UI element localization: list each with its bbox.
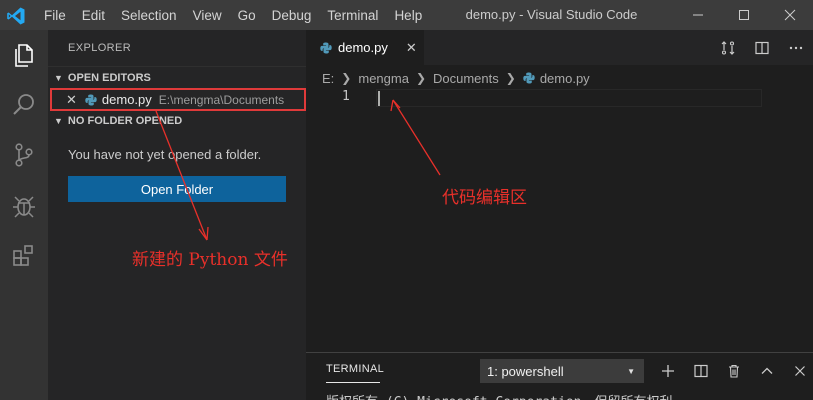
close-icon: [794, 366, 805, 376]
split-editor-icon: [755, 41, 769, 54]
chevron-right-icon: ❯: [505, 71, 516, 85]
tab-label: demo.py: [338, 40, 388, 55]
chevron-up-icon: [761, 367, 772, 374]
chevron-down-icon: ▼: [54, 72, 63, 83]
open-editor-item[interactable]: ✕ demo.py E:\mengma\Documents: [50, 88, 306, 111]
python-file-icon: [320, 42, 332, 53]
menu-selection[interactable]: Selection: [121, 8, 177, 23]
menu-help[interactable]: Help: [394, 8, 422, 23]
current-line-highlight: [376, 89, 762, 107]
no-folder-message: You have not yet opened a folder.: [68, 147, 262, 162]
plus-icon: [661, 365, 674, 377]
kill-terminal-button[interactable]: [717, 359, 750, 383]
explorer-icon[interactable]: [10, 41, 38, 69]
open-folder-button[interactable]: Open Folder: [68, 176, 286, 202]
editor-area[interactable]: demo.py ✕ E: ❯ mengma ❯ Documents ❯ demo…: [306, 30, 813, 352]
terminal-select[interactable]: 1: powershell ▼: [480, 359, 644, 383]
maximize-panel-button[interactable]: [750, 359, 783, 383]
menu-edit[interactable]: Edit: [82, 8, 105, 23]
text-cursor: [378, 91, 380, 106]
title-bar: File Edit Selection View Go Debug Termin…: [0, 0, 813, 30]
breadcrumb-drive[interactable]: E:: [322, 71, 334, 86]
minimize-button[interactable]: [675, 0, 721, 30]
menu-debug[interactable]: Debug: [272, 8, 312, 23]
split-terminal-button[interactable]: [684, 359, 717, 383]
menu-terminal[interactable]: Terminal: [327, 8, 378, 23]
search-icon[interactable]: [10, 91, 38, 119]
open-editor-filename: demo.py: [101, 92, 152, 107]
compare-changes-icon: [721, 40, 735, 55]
menu-file[interactable]: File: [44, 8, 66, 23]
editor-actions: [711, 30, 813, 65]
close-window-button[interactable]: [767, 0, 813, 30]
menu-view[interactable]: View: [193, 8, 222, 23]
close-icon[interactable]: ✕: [406, 40, 417, 56]
close-icon[interactable]: ✕: [66, 92, 77, 108]
breadcrumb: E: ❯ mengma ❯ Documents ❯ demo.py: [322, 67, 590, 89]
minimize-icon: [693, 14, 703, 16]
source-control-icon[interactable]: [10, 141, 38, 169]
sidebar-title: EXPLORER: [68, 42, 132, 54]
terminal-panel: TERMINAL 1: powershell ▼ 版权所有 (C) Micros…: [306, 352, 813, 400]
menu-go[interactable]: Go: [238, 8, 256, 23]
close-panel-button[interactable]: [783, 359, 813, 383]
close-icon: [784, 9, 796, 21]
open-editors-title: OPEN EDITORS: [67, 71, 151, 84]
new-terminal-button[interactable]: [651, 359, 684, 383]
python-file-icon: [523, 72, 535, 84]
annotation-editor-area: 代码编辑区: [442, 188, 527, 208]
open-editors-header[interactable]: ▼ OPEN EDITORS: [48, 66, 306, 88]
breadcrumb-folder[interactable]: Documents: [433, 71, 499, 86]
debug-icon[interactable]: [10, 192, 38, 220]
active-tab-indicator: [326, 382, 380, 383]
activity-bar: [0, 30, 48, 400]
terminal-select-value: 1: powershell: [487, 363, 564, 379]
compare-button[interactable]: [711, 30, 745, 65]
terminal-output-line: 版权所有 (C) Microsoft Corporation。保留所有权利。: [326, 391, 686, 400]
panel-actions: [651, 359, 813, 383]
dropdown-arrow-icon: ▼: [627, 367, 635, 376]
editor-tabs: demo.py ✕: [306, 30, 813, 65]
split-terminal-icon: [693, 364, 708, 378]
menu-bar: File Edit Selection View Go Debug Termin…: [44, 0, 438, 30]
split-editor-button[interactable]: [745, 30, 779, 65]
breadcrumb-folder[interactable]: mengma: [358, 71, 409, 86]
breadcrumb-file[interactable]: demo.py: [540, 71, 590, 86]
open-editor-path: E:\mengma\Documents: [158, 92, 285, 107]
vscode-logo-icon: [7, 7, 25, 25]
tab-terminal[interactable]: TERMINAL: [326, 363, 384, 375]
chevron-down-icon: ▼: [54, 116, 63, 126]
annotation-new-file: 新建的 Python 文件: [132, 250, 288, 270]
window-controls: [675, 0, 813, 30]
line-number: 1: [342, 89, 350, 104]
ellipsis-icon: [789, 46, 803, 49]
trash-icon: [728, 364, 739, 378]
maximize-icon: [739, 10, 749, 20]
chevron-right-icon: ❯: [415, 71, 426, 85]
maximize-button[interactable]: [721, 0, 767, 30]
explorer-sidebar: EXPLORER ▼ OPEN EDITORS ✕ demo.py E:\men…: [48, 30, 306, 400]
no-folder-header[interactable]: ▼ NO FOLDER OPENED: [48, 110, 306, 132]
no-folder-title: NO FOLDER OPENED: [67, 115, 183, 127]
chevron-right-icon: ❯: [341, 71, 352, 85]
python-file-icon: [85, 94, 97, 105]
tab-demo-py[interactable]: demo.py ✕: [306, 30, 424, 65]
more-actions-button[interactable]: [779, 30, 813, 65]
extensions-icon[interactable]: [10, 242, 38, 270]
